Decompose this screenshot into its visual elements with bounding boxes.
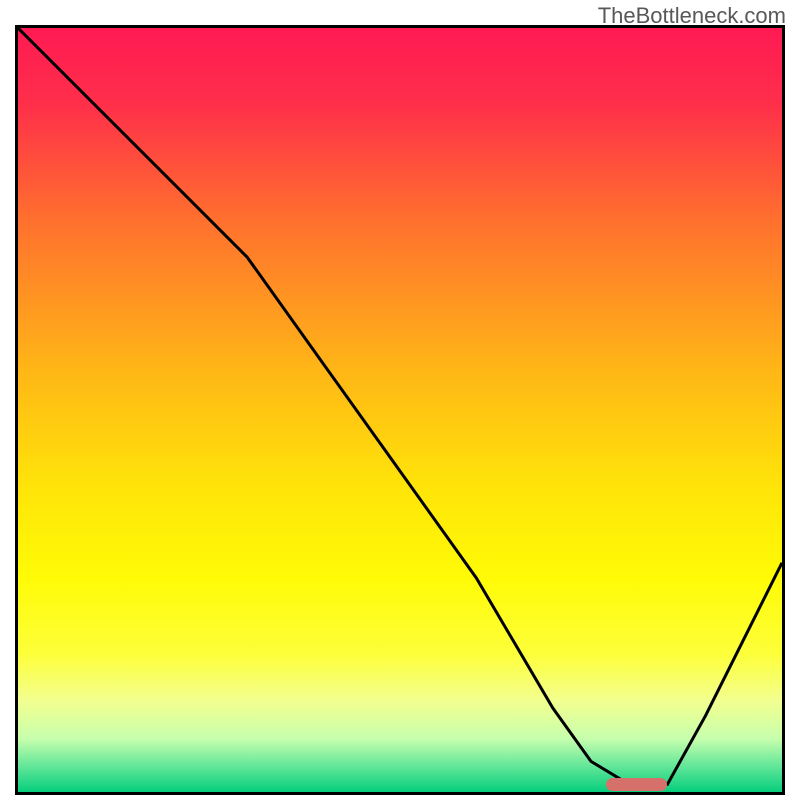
bottleneck-chart [18, 28, 782, 792]
optimum-marker [606, 778, 667, 791]
